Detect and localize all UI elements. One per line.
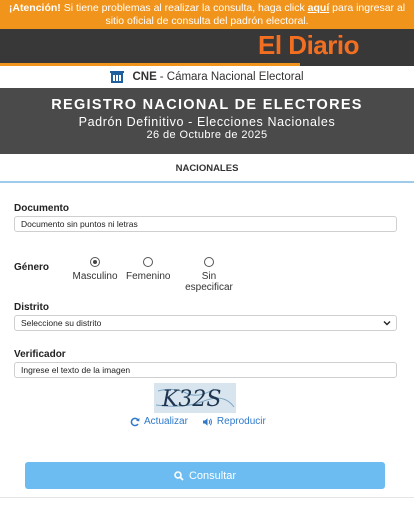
distrito-selected-value: Seleccione su distrito	[21, 318, 102, 328]
captcha-image: K32S	[154, 383, 236, 413]
election-date: 26 de Octubre de 2025	[146, 129, 268, 141]
chevron-down-icon	[382, 318, 392, 328]
refresh-icon	[130, 417, 140, 426]
radio-masculino[interactable]	[90, 257, 100, 267]
page-title: REGISTRO NACIONAL DE ELECTORES	[51, 97, 363, 113]
cne-abbr: CNE	[132, 71, 157, 83]
search-icon	[174, 470, 184, 481]
radio-label-sin-especificar: Sin especificar	[185, 271, 233, 293]
play-audio-link[interactable]: Reproducir	[202, 416, 266, 427]
consultar-button[interactable]: Consultar	[25, 462, 385, 489]
verificador-input[interactable]: Ingrese el texto de la imagen	[14, 362, 397, 378]
attention-label: ¡Atención!	[8, 2, 61, 14]
registry-hero: REGISTRO NACIONAL DE ELECTORES Padrón De…	[0, 88, 414, 154]
radio-sin-especificar[interactable]	[204, 257, 214, 267]
tab-nacionales[interactable]: NACIONALES	[0, 154, 414, 183]
radio-femenino[interactable]	[143, 257, 153, 267]
footer-divider	[0, 497, 414, 498]
refresh-captcha-link[interactable]: Actualizar	[130, 416, 188, 427]
attention-banner: ¡Atención! Si tiene problemas al realiza…	[0, 0, 414, 29]
distrito-select[interactable]: Seleccione su distrito	[14, 315, 397, 331]
captcha-text: K32S	[161, 387, 222, 412]
attention-text: Si tiene problemas al realizar la consul…	[60, 2, 308, 14]
documento-input[interactable]: Documento sin puntos ni letras	[14, 216, 397, 232]
genero-radio-group: Masculino Femenino Sin especificar	[72, 257, 272, 293]
distrito-label: Distrito	[14, 302, 49, 313]
speaker-icon	[202, 417, 212, 426]
brand-header: El Diario	[0, 29, 414, 66]
play-label: Reproducir	[216, 416, 266, 427]
radio-label-femenino: Femenino	[126, 271, 171, 282]
consultar-label: Consultar	[188, 469, 237, 482]
genero-option-masculino[interactable]: Masculino	[72, 257, 118, 282]
genero-option-sin-especificar[interactable]: Sin especificar	[178, 257, 240, 293]
el-diario-logo[interactable]: El Diario	[258, 30, 359, 61]
genero-label: Género	[14, 262, 50, 273]
genero-option-femenino[interactable]: Femenino	[126, 257, 170, 282]
verificador-label: Verificador	[14, 349, 66, 360]
cne-name: - Cámara Nacional Electoral	[159, 71, 304, 83]
refresh-label: Actualizar	[144, 416, 188, 427]
official-site-link[interactable]: aquí	[308, 2, 330, 14]
cne-building-icon	[110, 70, 125, 84]
documento-label: Documento	[14, 203, 69, 214]
radio-label-masculino: Masculino	[72, 271, 118, 282]
cne-heading: CNE - Cámara Nacional Electoral	[0, 66, 414, 88]
captcha-actions: Actualizar Reproducir	[130, 416, 280, 427]
page-subtitle: Padrón Definitivo - Elecciones Nacionale…	[78, 115, 336, 129]
